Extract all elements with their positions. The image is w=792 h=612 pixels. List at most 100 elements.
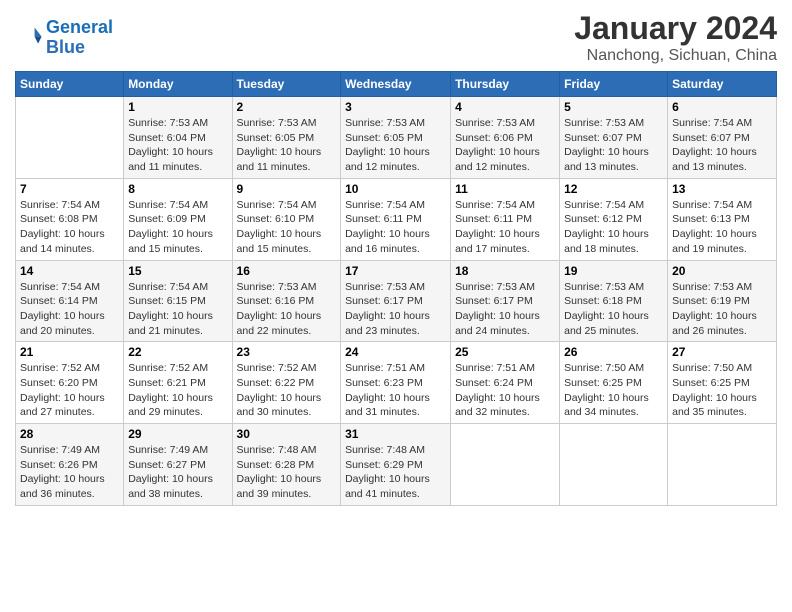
day-number: 25 [455, 345, 555, 359]
sunset-text: Sunset: 6:18 PM [564, 294, 663, 309]
day-number: 4 [455, 100, 555, 114]
day-info: Sunrise: 7:52 AMSunset: 6:20 PMDaylight:… [20, 361, 119, 420]
daylight-text: Daylight: 10 hours and 41 minutes. [345, 472, 446, 501]
calendar-cell: 25 Sunrise: 7:51 AMSunset: 6:24 PMDayligh… [451, 342, 560, 424]
day-number: 7 [20, 182, 119, 196]
sunset-text: Sunset: 6:27 PM [128, 458, 227, 473]
calendar-cell: 28Sunrise: 7:49 AMSunset: 6:26 PMDayligh… [16, 424, 124, 506]
calendar-cell: 2 Sunrise: 7:53 AMSunset: 6:05 PMDaylight… [232, 97, 341, 179]
sunset-text: Sunset: 6:25 PM [564, 376, 663, 391]
daylight-text: Daylight: 10 hours and 27 minutes. [20, 391, 119, 420]
header: General Blue January 2024 Nanchong, Sich… [15, 10, 777, 65]
sunset-text: Sunset: 6:04 PM [128, 131, 227, 146]
sunset-text: Sunset: 6:11 PM [455, 212, 555, 227]
calendar-cell: 31Sunrise: 7:48 AMSunset: 6:29 PMDayligh… [341, 424, 451, 506]
day-info: Sunrise: 7:54 AMSunset: 6:11 PMDaylight:… [345, 198, 446, 257]
calendar-cell: 6Sunrise: 7:54 AMSunset: 6:07 PMDaylight… [668, 97, 777, 179]
daylight-text: Daylight: 10 hours and 16 minutes. [345, 227, 446, 256]
sunset-text: Sunset: 6:23 PM [345, 376, 446, 391]
day-number: 2 [237, 100, 337, 114]
calendar-cell: 24 Sunrise: 7:51 AMSunset: 6:23 PMDayligh… [341, 342, 451, 424]
weekday-saturday: Saturday [668, 72, 777, 97]
day-info: Sunrise: 7:51 AMSunset: 6:23 PMDaylight:… [345, 361, 446, 420]
sunset-text: Sunset: 6:13 PM [672, 212, 772, 227]
daylight-text: Daylight: 10 hours and 14 minutes. [20, 227, 119, 256]
day-number: 5 [564, 100, 663, 114]
calendar-cell: 7Sunrise: 7:54 AMSunset: 6:08 PMDaylight… [16, 178, 124, 260]
daylight-text: Daylight: 10 hours and 13 minutes. [564, 145, 663, 174]
sunrise-text: Sunrise: 7:54 AM [345, 198, 446, 213]
day-number: 22 [128, 345, 227, 359]
day-number: 24 [345, 345, 446, 359]
weekday-header-row: SundayMondayTuesdayWednesdayThursdayFrid… [16, 72, 777, 97]
sunset-text: Sunset: 6:29 PM [345, 458, 446, 473]
daylight-text: Daylight: 10 hours and 30 minutes. [237, 391, 337, 420]
calendar-cell: 19Sunrise: 7:53 AMSunset: 6:18 PMDayligh… [560, 260, 668, 342]
daylight-text: Daylight: 10 hours and 15 minutes. [237, 227, 337, 256]
day-info: Sunrise: 7:53 AMSunset: 6:04 PMDaylight:… [128, 116, 227, 175]
day-number: 16 [237, 264, 337, 278]
calendar-cell: 11Sunrise: 7:54 AMSunset: 6:11 PMDayligh… [451, 178, 560, 260]
logo-line2: Blue [46, 37, 85, 57]
day-info: Sunrise: 7:53 AMSunset: 6:07 PMDaylight:… [564, 116, 663, 175]
day-number: 3 [345, 100, 446, 114]
day-info: Sunrise: 7:53 AMSunset: 6:05 PMDaylight:… [237, 116, 337, 175]
daylight-text: Daylight: 10 hours and 23 minutes. [345, 309, 446, 338]
sunset-text: Sunset: 6:12 PM [564, 212, 663, 227]
calendar-cell: 29Sunrise: 7:49 AMSunset: 6:27 PMDayligh… [124, 424, 232, 506]
day-info: Sunrise: 7:53 AMSunset: 6:06 PMDaylight:… [455, 116, 555, 175]
sunset-text: Sunset: 6:10 PM [237, 212, 337, 227]
sunrise-text: Sunrise: 7:52 AM [237, 361, 337, 376]
sunset-text: Sunset: 6:19 PM [672, 294, 772, 309]
sunset-text: Sunset: 6:25 PM [672, 376, 772, 391]
daylight-text: Daylight: 10 hours and 26 minutes. [672, 309, 772, 338]
calendar-cell: 4 Sunrise: 7:53 AMSunset: 6:06 PMDaylight… [451, 97, 560, 179]
day-info: Sunrise: 7:49 AMSunset: 6:27 PMDaylight:… [128, 443, 227, 502]
daylight-text: Daylight: 10 hours and 11 minutes. [128, 145, 227, 174]
day-number: 27 [672, 345, 772, 359]
sunrise-text: Sunrise: 7:54 AM [128, 280, 227, 295]
location-subtitle: Nanchong, Sichuan, China [574, 47, 777, 65]
daylight-text: Daylight: 10 hours and 21 minutes. [128, 309, 227, 338]
daylight-text: Daylight: 10 hours and 22 minutes. [237, 309, 337, 338]
daylight-text: Daylight: 10 hours and 29 minutes. [128, 391, 227, 420]
day-info: Sunrise: 7:53 AMSunset: 6:16 PMDaylight:… [237, 280, 337, 339]
day-info: Sunrise: 7:49 AMSunset: 6:26 PMDaylight:… [20, 443, 119, 502]
day-number: 21 [20, 345, 119, 359]
sunset-text: Sunset: 6:20 PM [20, 376, 119, 391]
weekday-thursday: Thursday [451, 72, 560, 97]
day-info: Sunrise: 7:50 AMSunset: 6:25 PMDaylight:… [564, 361, 663, 420]
day-info: Sunrise: 7:54 AMSunset: 6:12 PMDaylight:… [564, 198, 663, 257]
calendar-cell: 1Sunrise: 7:53 AMSunset: 6:04 PMDaylight… [124, 97, 232, 179]
sunrise-text: Sunrise: 7:54 AM [672, 116, 772, 131]
daylight-text: Daylight: 10 hours and 12 minutes. [345, 145, 446, 174]
calendar-cell: 13Sunrise: 7:54 AMSunset: 6:13 PMDayligh… [668, 178, 777, 260]
week-row-1: 1Sunrise: 7:53 AMSunset: 6:04 PMDaylight… [16, 97, 777, 179]
weekday-wednesday: Wednesday [341, 72, 451, 97]
sunrise-text: Sunrise: 7:54 AM [455, 198, 555, 213]
day-number: 30 [237, 427, 337, 441]
week-row-2: 7Sunrise: 7:54 AMSunset: 6:08 PMDaylight… [16, 178, 777, 260]
calendar-cell [668, 424, 777, 506]
daylight-text: Daylight: 10 hours and 12 minutes. [455, 145, 555, 174]
day-number: 9 [237, 182, 337, 196]
day-info: Sunrise: 7:51 AMSunset: 6:24 PMDaylight:… [455, 361, 555, 420]
sunrise-text: Sunrise: 7:54 AM [237, 198, 337, 213]
weekday-friday: Friday [560, 72, 668, 97]
calendar-cell: 21 Sunrise: 7:52 AMSunset: 6:20 PMDayligh… [16, 342, 124, 424]
day-number: 17 [345, 264, 446, 278]
calendar-cell: 16 Sunrise: 7:53 AMSunset: 6:16 PMDayligh… [232, 260, 341, 342]
sunrise-text: Sunrise: 7:54 AM [564, 198, 663, 213]
day-number: 20 [672, 264, 772, 278]
sunrise-text: Sunrise: 7:53 AM [345, 280, 446, 295]
calendar-cell: 18Sunrise: 7:53 AMSunset: 6:17 PMDayligh… [451, 260, 560, 342]
daylight-text: Daylight: 10 hours and 19 minutes. [672, 227, 772, 256]
calendar-cell: 22 Sunrise: 7:52 AMSunset: 6:21 PMDayligh… [124, 342, 232, 424]
day-info: Sunrise: 7:53 AMSunset: 6:17 PMDaylight:… [345, 280, 446, 339]
daylight-text: Daylight: 10 hours and 31 minutes. [345, 391, 446, 420]
sunrise-text: Sunrise: 7:53 AM [672, 280, 772, 295]
day-info: Sunrise: 7:52 AMSunset: 6:21 PMDaylight:… [128, 361, 227, 420]
calendar-cell: 30Sunrise: 7:48 AMSunset: 6:28 PMDayligh… [232, 424, 341, 506]
sunset-text: Sunset: 6:26 PM [20, 458, 119, 473]
calendar-cell: 8Sunrise: 7:54 AMSunset: 6:09 PMDaylight… [124, 178, 232, 260]
